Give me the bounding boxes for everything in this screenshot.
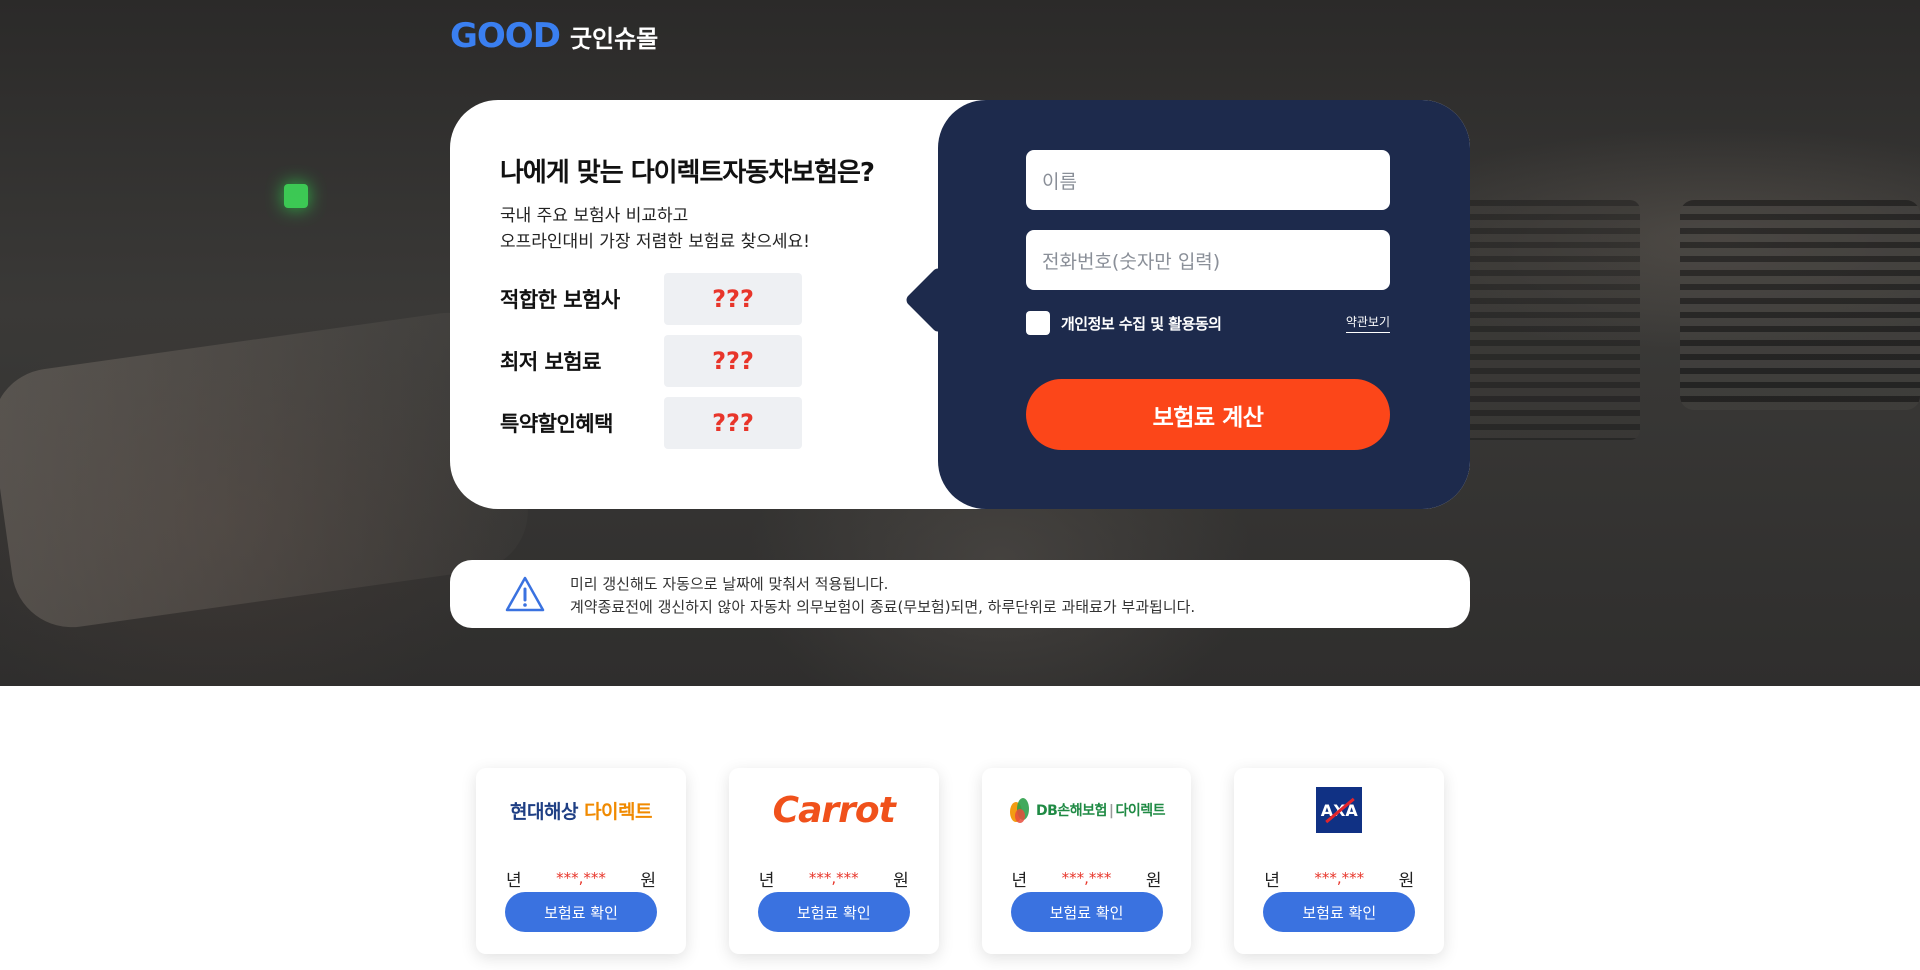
background-vent-left [1460,200,1640,440]
price-amount: ***,*** [556,869,606,887]
check-premium-button[interactable]: 보험료 확인 [505,892,657,932]
result-label: 특약할인혜택 [500,412,613,436]
warning-triangle-icon [505,576,545,612]
insurer-card-carrot: Carrot 년 ***,*** 원 보험료 확인 [728,768,939,954]
insurer-list: 현대해상 다이렉트 년 ***,*** 원 보험료 확인 Carrot 년 **… [476,768,1444,954]
year-label: 년 [758,870,775,891]
insurer-name-accent: 다이렉트 [584,800,652,823]
insurer-card-axa: AXA 년 ***,*** 원 보험료 확인 [1234,768,1444,954]
subtitle-line-2: 오프라인대비 가장 저렴한 보험료 찾으세요! [500,232,810,252]
notice-line-2: 계약종료전에 갱신하지 않아 자동차 의무보험이 종료(무보험)되면, 하루단위… [570,598,1196,616]
terms-link[interactable]: 약관보기 [1345,313,1390,333]
insurer-logo: Carrot [729,782,939,838]
price-unit: 원 [1398,870,1415,891]
hyundai-logo: 현대해상 다이렉트 [510,797,652,824]
privacy-agree-row: 개인정보 수집 및 활용동의 약관보기 [1026,310,1390,336]
check-premium-button[interactable]: 보험료 확인 [757,892,910,932]
axa-logo: AXA [1316,787,1363,833]
name-input[interactable]: 이름 [1026,150,1390,210]
quote-form-panel: 이름 전화번호(숫자만 입력) 개인정보 수집 및 활용동의 약관보기 보험료 … [938,100,1470,509]
phone-input[interactable]: 전화번호(숫자만 입력) [1026,230,1390,290]
page-title: 나에게 맞는 다이렉트자동차보험은? [500,158,875,188]
background-dashboard-light [284,184,308,208]
insurer-logo: AXA [1234,782,1444,838]
price-amount: ***,*** [1314,869,1365,887]
db-mark-icon [1010,798,1030,823]
result-row-premium: 최저 보험료 ??? [500,335,950,387]
price-unit: 원 [1145,870,1162,891]
price-unit: 원 [893,870,909,891]
logo-good-text: GOOD [450,16,561,56]
carrot-logo: Carrot [772,789,896,831]
insurer-card-hyundai: 현대해상 다이렉트 년 ***,*** 원 보험료 확인 [476,768,686,954]
calculate-premium-button[interactable]: 보험료 계산 [1026,379,1390,450]
year-label: 년 [1011,870,1028,891]
logo-separator: | [1108,803,1114,819]
price-amount: ***,*** [1061,869,1112,887]
year-label: 년 [1264,870,1280,891]
logo-korean-text: 굿인슈몰 [569,24,659,53]
insurer-logo: DB손해보험 | 다이렉트 [982,782,1192,838]
insurer-card-db: DB손해보험 | 다이렉트 년 ***,*** 원 보험료 확인 [981,768,1192,954]
result-label: 적합한 보험사 [500,288,620,312]
notice-text: 미리 갱신해도 자동으로 날짜에 맞춰서 적용됩니다. 계약종료전에 갱신하지 … [570,573,1195,619]
insurer-name: 현대해상 [510,800,578,823]
result-label: 최저 보험료 [500,350,601,374]
result-rows: 적합한 보험사 ??? 최저 보험료 ??? 특약할인혜택 ??? [500,273,950,449]
result-value: ??? [664,273,802,325]
insurer-name-accent: 다이렉트 [1115,803,1165,819]
background-vent-right [1680,200,1920,410]
page-subtitle: 국내 주요 보험사 비교하고 오프라인대비 가장 저렴한 보험료 찾으세요! [500,203,950,255]
check-premium-button[interactable]: 보험료 확인 [1263,892,1416,932]
privacy-agree-checkbox[interactable] [1026,311,1050,335]
quote-card: 나에게 맞는 다이렉트자동차보험은? 국내 주요 보험사 비교하고 오프라인대비… [450,100,1470,509]
price-amount: ***,*** [808,869,859,887]
renewal-notice: 미리 갱신해도 자동으로 날짜에 맞춰서 적용됩니다. 계약종료전에 갱신하지 … [450,560,1470,628]
insurer-name: DB손해보험 [1036,803,1107,819]
quote-info-panel: 나에게 맞는 다이렉트자동차보험은? 국내 주요 보험사 비교하고 오프라인대비… [450,100,950,509]
price-unit: 원 [640,870,656,891]
db-logo: DB손해보험 | 다이렉트 [1008,796,1165,824]
result-value: ??? [664,335,802,387]
notice-line-1: 미리 갱신해도 자동으로 날짜에 맞춰서 적용됩니다. [570,575,889,593]
privacy-agree-label[interactable]: 개인정보 수집 및 활용동의 [1061,313,1222,334]
site-logo[interactable]: GOOD 굿인슈몰 [450,16,659,56]
insurer-logo: 현대해상 다이렉트 [476,782,686,838]
result-row-insurer: 적합한 보험사 ??? [500,273,950,325]
check-premium-button[interactable]: 보험료 확인 [1010,892,1163,932]
result-value: ??? [664,397,802,449]
subtitle-line-1: 국내 주요 보험사 비교하고 [500,206,689,226]
year-label: 년 [506,870,522,891]
result-row-discount: 특약할인혜택 ??? [500,397,950,449]
